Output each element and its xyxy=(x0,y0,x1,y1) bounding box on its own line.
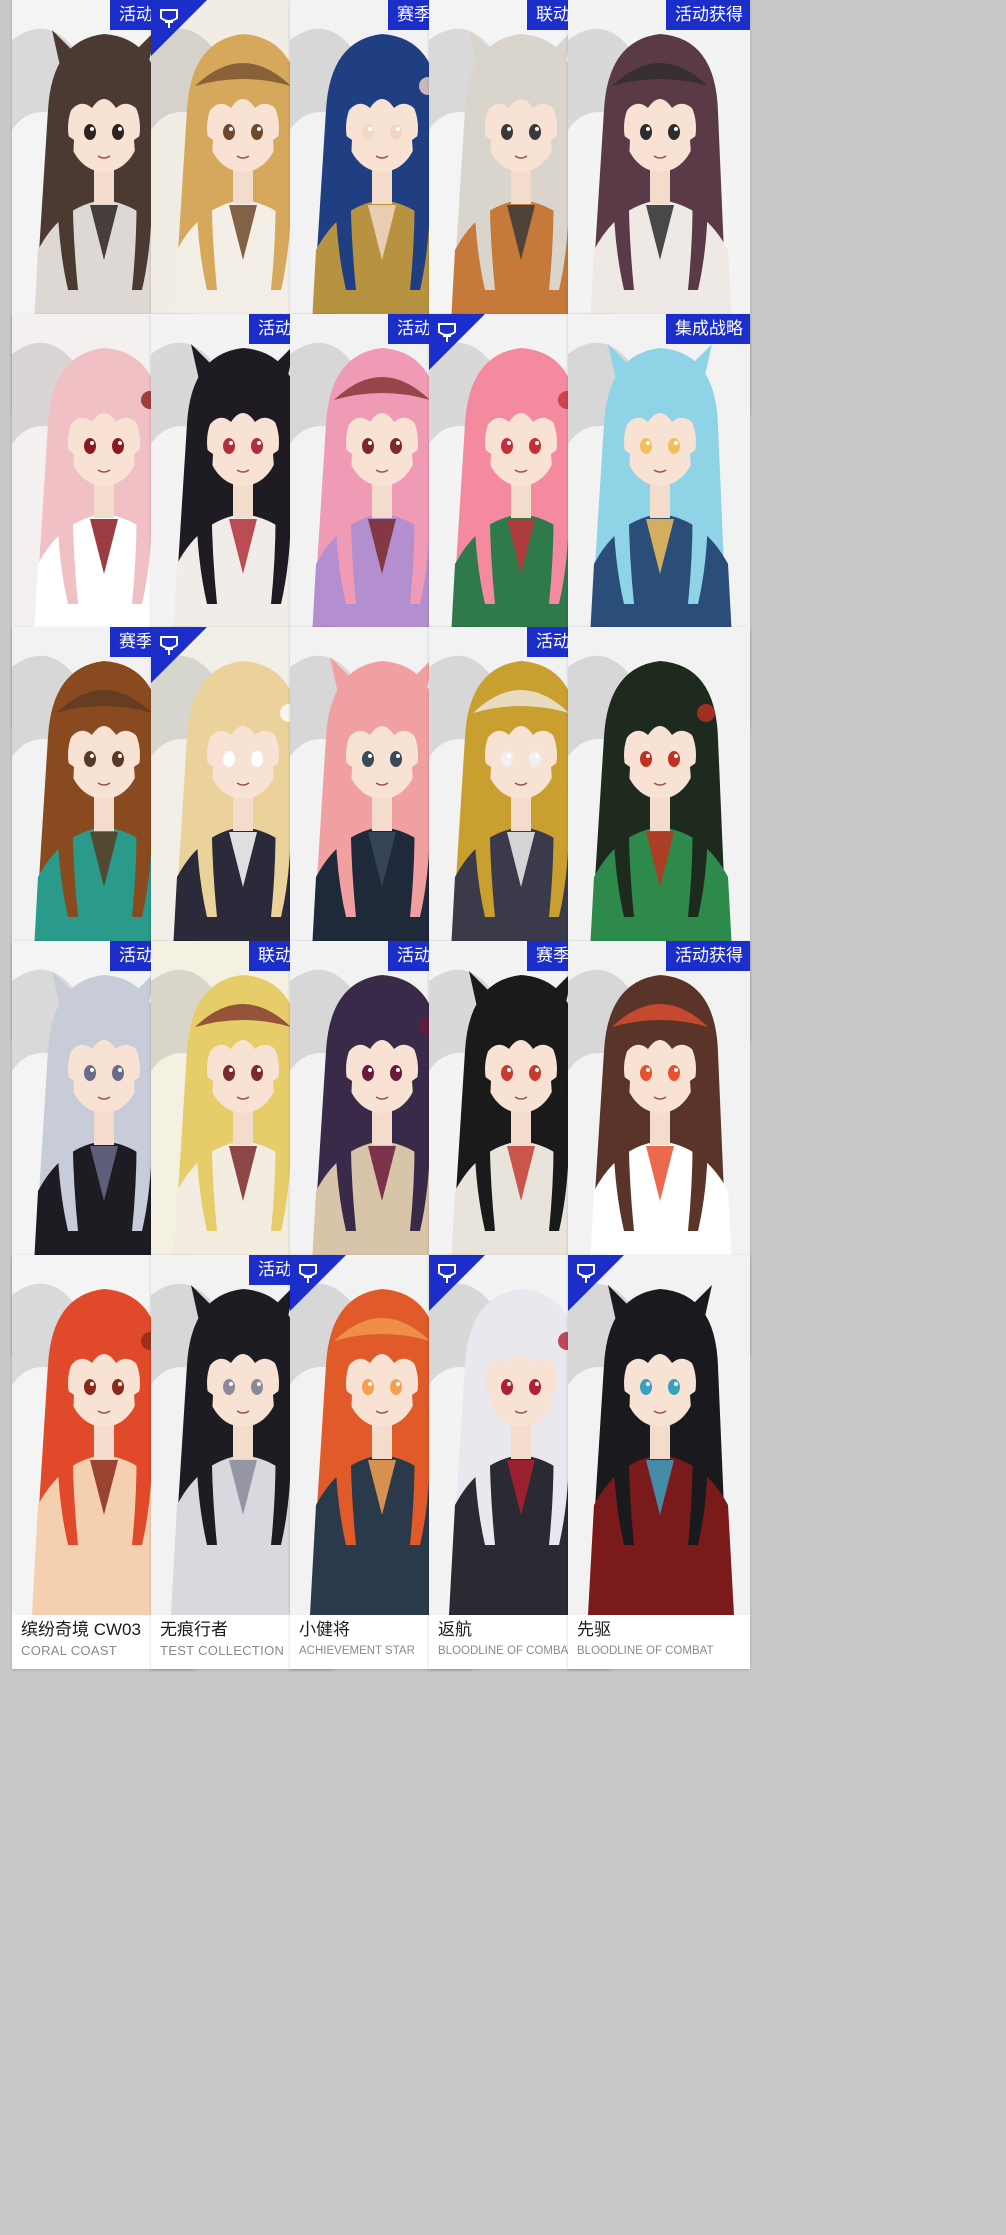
source-badge: 集成战略 xyxy=(666,314,750,344)
skin-artwork-frame xyxy=(568,627,750,987)
skin-series: BLOODLINE OF COMBAT xyxy=(577,1645,714,1657)
skin-gallery-grid: 活动获得衣缕往昔BLOODLINE OF COMBAT化花EPOQUE赛季服饰奇… xyxy=(0,0,1006,2235)
skin-artwork-frame xyxy=(568,941,750,1301)
character-artwork xyxy=(568,941,750,1301)
source-badge: 活动获得 xyxy=(666,941,750,971)
rarity-corner-icon xyxy=(290,1255,346,1311)
rarity-corner-icon xyxy=(429,1255,485,1311)
character-artwork xyxy=(568,314,750,674)
skin-artwork-frame xyxy=(568,314,750,674)
rarity-corner-icon xyxy=(151,627,207,683)
character-artwork xyxy=(568,627,750,987)
rarity-corner-icon xyxy=(151,0,207,56)
source-badge: 活动获得 xyxy=(666,0,750,30)
skin-artwork-frame xyxy=(568,0,750,360)
rarity-corner-icon xyxy=(429,314,485,370)
rarity-corner-icon xyxy=(568,1255,624,1311)
skin-name: 先驱 xyxy=(577,1620,611,1639)
character-artwork xyxy=(568,0,750,360)
skin-card[interactable]: 先驱 BLOODLINE OF COMBAT xyxy=(568,1255,750,1669)
